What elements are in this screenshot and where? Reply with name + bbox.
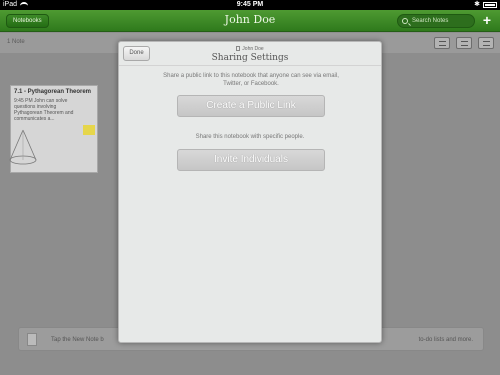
list-view-button[interactable]	[434, 37, 450, 49]
notebook-name-label: John Doe	[242, 46, 264, 52]
public-link-description: Share a public link to this notebook tha…	[163, 73, 339, 87]
status-time: 9:45 PM	[236, 1, 264, 8]
new-note-button[interactable]: +	[478, 13, 496, 29]
snippet-view-button[interactable]	[456, 37, 472, 49]
document-icon	[27, 333, 37, 346]
hint-text-right: to-do lists and more.	[418, 337, 473, 343]
list-icon	[439, 41, 446, 46]
grid-icon	[461, 41, 468, 46]
sharing-settings-dialog: Done John Doe Sharing Settings Share a p…	[118, 41, 382, 343]
create-public-link-button[interactable]: Create a Public Link	[177, 95, 325, 117]
search-input[interactable]: Search Notes	[397, 14, 475, 28]
share-icon	[483, 41, 490, 46]
sticky-note-thumbnail	[83, 125, 95, 135]
note-snippet: 9:45 PM John can solve questions involvi…	[14, 98, 74, 122]
status-bar: iPad 9:45 PM ✱	[0, 0, 500, 10]
notes-count: 1 Note	[7, 39, 25, 45]
navigation-bar: Notebooks John Doe Search Notes +	[0, 10, 500, 32]
search-icon	[402, 18, 408, 24]
invite-individuals-button[interactable]: Invite Individuals	[177, 149, 325, 171]
notebook-icon	[236, 46, 241, 51]
dialog-title: Sharing Settings	[211, 53, 289, 63]
invite-description: Share this notebook with specific people…	[195, 134, 305, 140]
hint-text-left: Tap the New Note b	[51, 337, 104, 343]
battery-icon	[483, 2, 497, 8]
bluetooth-icon: ✱	[474, 1, 480, 8]
dialog-notebook-name: John Doe	[119, 46, 381, 52]
share-button[interactable]	[478, 37, 494, 49]
search-placeholder: Search Notes	[412, 18, 449, 24]
note-title: 7.1 - Pythagorean Theorem	[14, 89, 92, 95]
cone-thumbnail-icon	[9, 129, 37, 165]
dialog-header: Done John Doe Sharing Settings	[119, 42, 381, 66]
